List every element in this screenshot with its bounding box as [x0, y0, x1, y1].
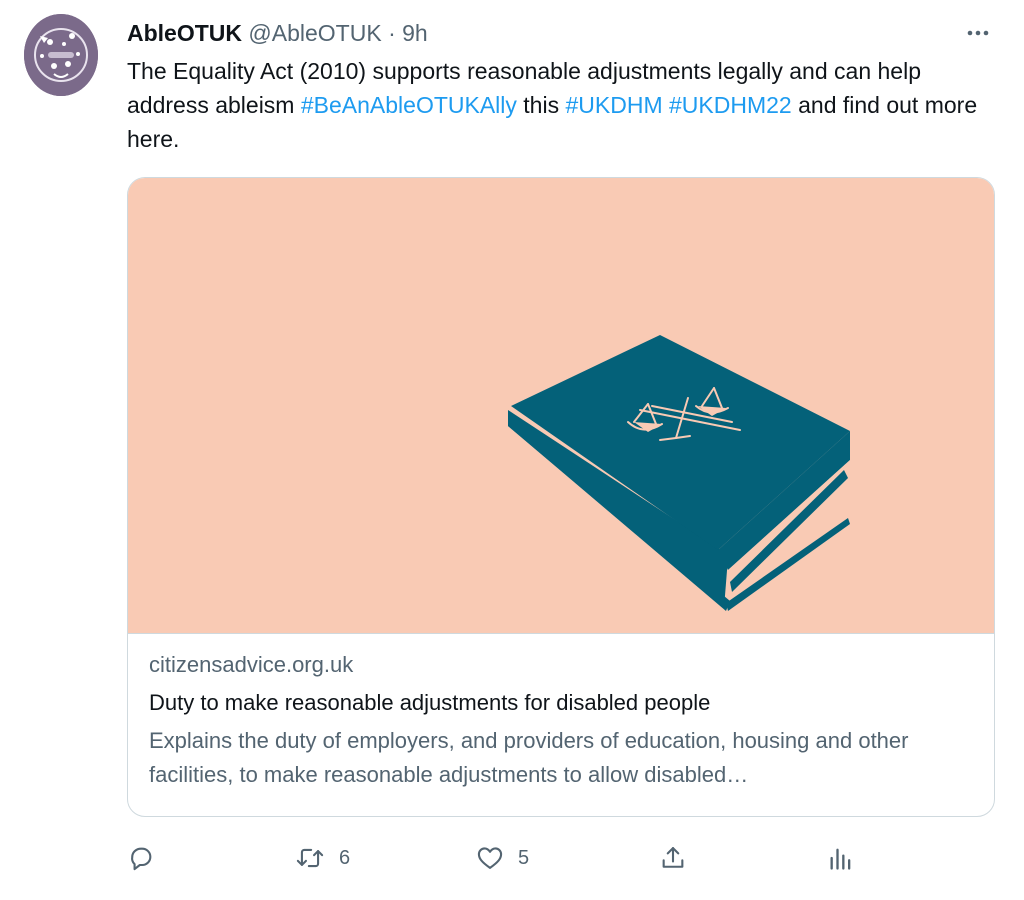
hashtag-link[interactable]: #UKDHM: [565, 92, 662, 118]
avatar[interactable]: [24, 14, 98, 96]
hashtag-link[interactable]: #UKDHM22: [669, 92, 792, 118]
tweet: AbleOTUK @AbleOTUK · 9h The Equality Act…: [0, 0, 1024, 900]
reply-icon: [131, 847, 152, 871]
reply-button[interactable]: [127, 840, 169, 876]
law-book-scales-icon: [508, 335, 850, 611]
more-icon: [967, 30, 989, 36]
user-handle[interactable]: @AbleOTUK: [248, 20, 381, 46]
retweet-button[interactable]: 6: [295, 840, 350, 876]
card-description: Explains the duty of employers, and prov…: [149, 728, 909, 787]
hashtag-link[interactable]: #BeAnAbleOTUKAlly: [301, 92, 517, 118]
display-name[interactable]: AbleOTUK: [127, 20, 242, 46]
like-button[interactable]: 5: [476, 840, 529, 876]
analytics-icon: [830, 848, 851, 870]
retweet-count: 6: [339, 846, 351, 869]
timestamp[interactable]: 9h: [402, 20, 428, 46]
heart-icon: [477, 847, 503, 869]
card-image: [128, 178, 994, 634]
avatar-logo-icon: [24, 14, 98, 96]
tweet-text: The Equality Act (2010) supports reasona…: [127, 54, 1007, 156]
card-domain: citizensadvice.org.uk: [149, 652, 354, 677]
separator: ·: [388, 20, 396, 46]
tweet-text-part: this: [516, 92, 566, 118]
more-options-button[interactable]: [958, 18, 998, 48]
card-title: Duty to make reasonable adjustments for …: [149, 690, 711, 715]
tweet-actions: 6 5: [127, 840, 867, 876]
link-preview-card[interactable]: citizensadvice.org.uk Duty to make reaso…: [127, 177, 995, 817]
share-icon: [662, 847, 684, 868]
like-count: 5: [518, 846, 530, 869]
tweet-header: AbleOTUK @AbleOTUK · 9h: [127, 18, 428, 48]
share-button[interactable]: [659, 840, 701, 876]
analytics-button[interactable]: [827, 840, 869, 876]
card-body: citizensadvice.org.uk Duty to make reaso…: [149, 650, 979, 792]
retweet-icon: [296, 848, 324, 868]
